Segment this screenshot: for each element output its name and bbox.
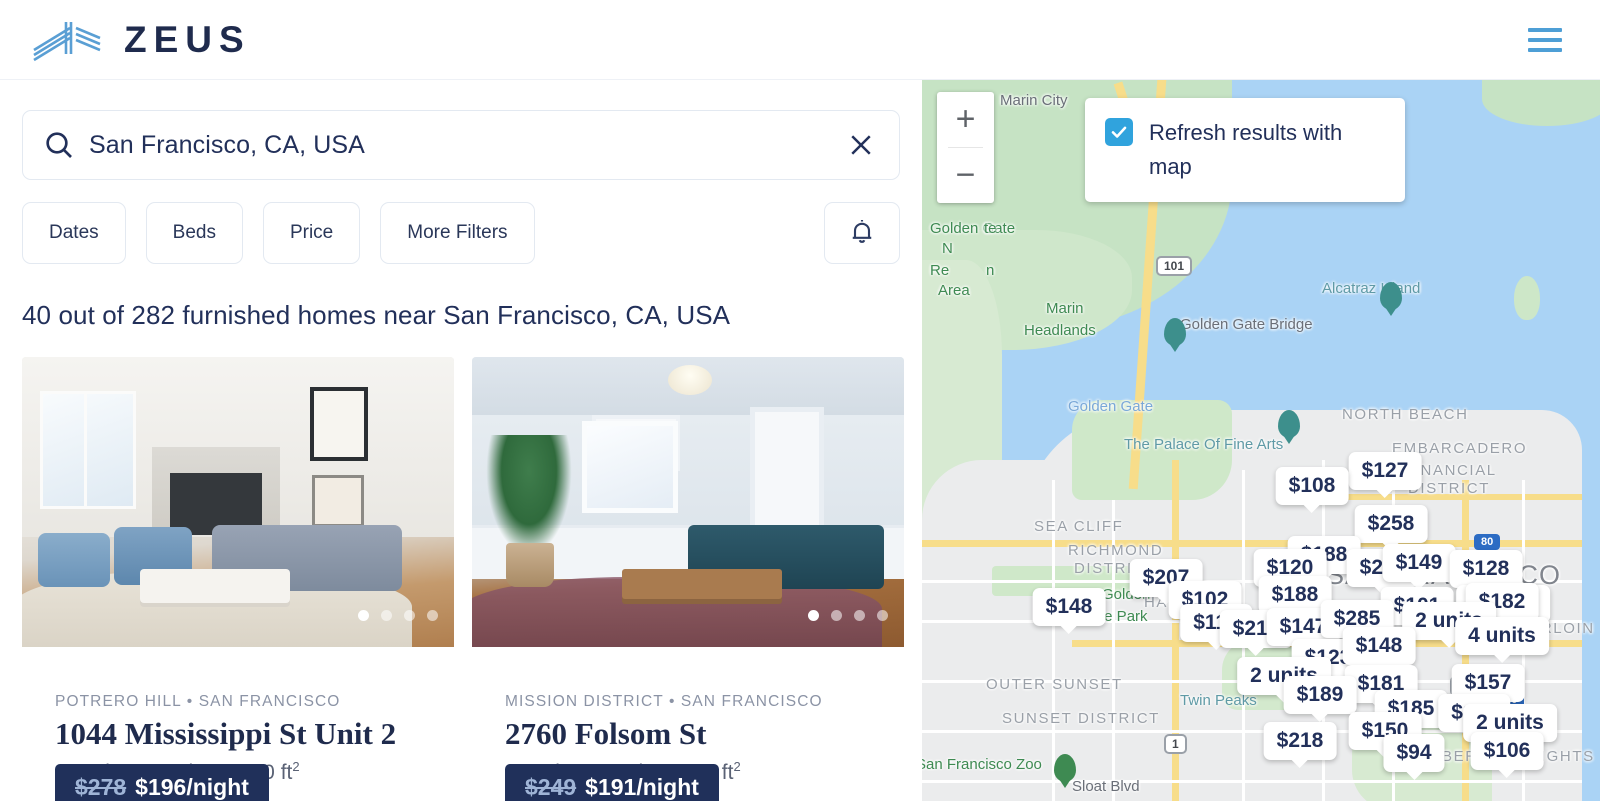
search-input[interactable]: San Francisco, CA, USA: [22, 110, 900, 180]
price-original: $278: [75, 774, 127, 800]
search-row: San Francisco, CA, USA: [0, 80, 922, 180]
listing-location: POTRERO HILL • SAN FRANCISCO: [55, 693, 421, 711]
zeus-logo-icon: [33, 21, 101, 61]
zoom-in-button[interactable]: +: [937, 92, 994, 147]
map-price-pin[interactable]: $258: [1354, 505, 1428, 543]
brand-name: ZEUS: [124, 18, 251, 60]
sf-zoo-poi[interactable]: [1054, 754, 1076, 782]
carousel-dot[interactable]: [404, 610, 415, 621]
route-shield: 1: [1164, 734, 1187, 754]
search-value: San Francisco, CA, USA: [89, 130, 365, 159]
hamburger-icon[interactable]: [1528, 27, 1562, 52]
listing-city: SAN FRANCISCO: [198, 693, 341, 710]
photo-carousel-dots[interactable]: [808, 610, 888, 621]
listing-photo-image: [472, 357, 904, 647]
app-header: ZEUS: [0, 0, 1600, 80]
listing-title[interactable]: 1044 Mississippi St Unit 2: [55, 716, 421, 752]
app-root: ZEUS San Francisco, CA, USA Dates Beds P…: [0, 0, 1600, 801]
map-price-pin[interactable]: $94: [1383, 734, 1445, 772]
filter-dates-button[interactable]: Dates: [22, 202, 126, 264]
carousel-dot[interactable]: [831, 610, 842, 621]
bell-icon: [847, 216, 877, 251]
filters-row: Dates Beds Price More Filters: [0, 180, 922, 264]
map-price-pin[interactable]: $148: [1342, 627, 1416, 665]
price-current: $196/night: [135, 774, 249, 800]
filter-more-filters-button[interactable]: More Filters: [380, 202, 535, 264]
map-price-pin[interactable]: $189: [1283, 676, 1357, 714]
golden-gate-bridge-poi[interactable]: [1164, 318, 1186, 346]
photo-carousel-dots[interactable]: [358, 610, 438, 621]
map-zoom-control[interactable]: + −: [937, 92, 994, 203]
listing-city: SAN FRANCISCO: [680, 693, 823, 710]
map-price-pin[interactable]: $108: [1275, 467, 1349, 505]
filter-beds-button[interactable]: Beds: [145, 202, 243, 264]
refresh-results-checkbox[interactable]: [1105, 118, 1133, 146]
listing-neighborhood: POTRERO HILL: [55, 693, 182, 710]
listing-card[interactable]: $278 $196/night POTRERO HILL • SAN FRANC…: [22, 357, 454, 801]
map-price-pin[interactable]: $148: [1032, 588, 1106, 626]
alcatraz-poi[interactable]: [1380, 282, 1402, 310]
carousel-dot[interactable]: [808, 610, 819, 621]
brand-logo[interactable]: ZEUS: [30, 18, 251, 62]
listing-location: MISSION DISTRICT • SAN FRANCISCO: [505, 693, 871, 711]
listing-photo-image: [22, 357, 454, 647]
refresh-results-label: Refresh results with map: [1149, 120, 1343, 180]
listing-photo[interactable]: [22, 357, 454, 647]
carousel-dot[interactable]: [854, 610, 865, 621]
price-original: $249: [525, 774, 577, 800]
map-price-pin[interactable]: 4 units: [1455, 617, 1549, 655]
map-price-pin[interactable]: $106: [1470, 732, 1544, 770]
listing-title[interactable]: 2760 Folsom St: [505, 716, 871, 752]
carousel-dot[interactable]: [877, 610, 888, 621]
map-panel[interactable]: Marin CityAngel IslandGolden GateNRetenA…: [922, 80, 1600, 801]
listing-cards: $278 $196/night POTRERO HILL • SAN FRANC…: [0, 331, 922, 801]
listing-neighborhood: MISSION DISTRICT: [505, 693, 664, 710]
listing-separator: •: [668, 693, 676, 710]
carousel-dot[interactable]: [427, 610, 438, 621]
results-panel: San Francisco, CA, USA Dates Beds Price …: [0, 80, 922, 801]
price-current: $191/night: [585, 774, 699, 800]
carousel-dot[interactable]: [381, 610, 392, 621]
price-badge: $278 $196/night: [55, 764, 269, 801]
close-icon[interactable]: [839, 123, 883, 167]
listing-photo[interactable]: [472, 357, 904, 647]
refresh-results-control[interactable]: Refresh results with map: [1085, 98, 1405, 203]
filter-price-button[interactable]: Price: [262, 202, 361, 264]
search-icon: [43, 129, 75, 161]
create-alert-button[interactable]: [824, 202, 900, 264]
palace-fine-arts-poi[interactable]: [1278, 410, 1300, 438]
carousel-dot[interactable]: [358, 610, 369, 621]
interstate-shield: 80: [1474, 534, 1501, 550]
map-price-pin[interactable]: $127: [1348, 452, 1422, 490]
listing-area-exponent: 2: [733, 759, 741, 774]
map-price-pin[interactable]: $149: [1382, 544, 1456, 582]
route-shield: 101: [1156, 256, 1193, 276]
listing-card[interactable]: $249 $191/night MISSION DISTRICT • SAN F…: [472, 357, 904, 801]
listing-area-exponent: 2: [292, 759, 300, 774]
zoom-out-button[interactable]: −: [937, 148, 994, 203]
price-badge: $249 $191/night: [505, 764, 719, 801]
results-heading: 40 out of 282 furnished homes near San F…: [22, 300, 731, 330]
map-price-pin[interactable]: $218: [1263, 722, 1337, 760]
check-icon: [1111, 126, 1127, 138]
listing-separator: •: [186, 693, 194, 710]
